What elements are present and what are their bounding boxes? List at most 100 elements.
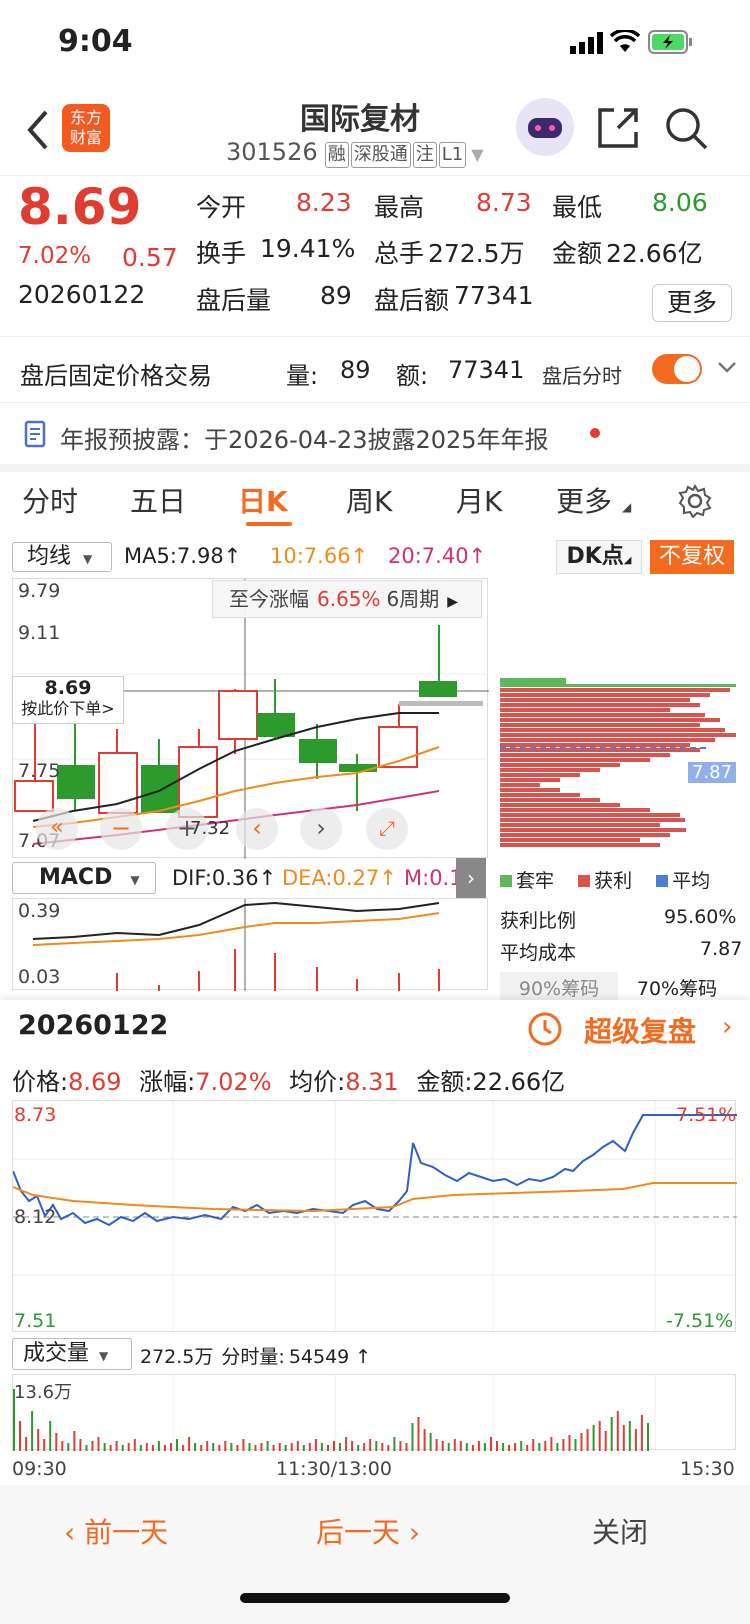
- cost-value: 7.87: [700, 938, 743, 960]
- prev-day-button[interactable]: ‹ 前一天: [64, 1511, 168, 1551]
- tag-sgt: 深股通: [350, 142, 411, 168]
- volume-bar: [628, 1421, 631, 1451]
- chip-70-tab[interactable]: 70%筹码: [618, 972, 736, 1002]
- volume-bar: [423, 1429, 426, 1451]
- macd-select[interactable]: MACD ▼: [12, 862, 156, 894]
- chevron-down-icon[interactable]: ▼: [471, 145, 483, 164]
- last-price: 8.69: [18, 178, 142, 236]
- volume-bar: [562, 1439, 565, 1451]
- candle-7: [257, 679, 295, 739]
- stock-title: 国际复材: [300, 102, 420, 137]
- back-icon[interactable]: [24, 108, 50, 156]
- volume-bar: [284, 1445, 287, 1451]
- volume-bar: [91, 1441, 94, 1451]
- macd-y-bot: 0.03: [18, 966, 61, 988]
- quote-date: 20260122: [18, 280, 146, 309]
- open-value: 8.23: [296, 188, 352, 217]
- status-bar: 9:04: [0, 0, 750, 88]
- more-button[interactable]: 更多: [652, 284, 732, 322]
- volume-bar: [496, 1441, 498, 1451]
- replay-link[interactable]: 超级复盘: [584, 1010, 696, 1050]
- candle-8: [299, 724, 337, 779]
- prev-candle-icon[interactable]: ‹: [236, 808, 278, 850]
- volume-bar: [55, 1433, 58, 1451]
- volume-bar: [520, 1441, 523, 1451]
- volume-bar: [97, 1437, 100, 1451]
- after-hours-label: 盘后分时: [542, 364, 622, 388]
- chip-90-tab[interactable]: 90%筹码: [500, 972, 618, 1002]
- next-candle-icon[interactable]: ›: [300, 808, 342, 850]
- volume-bar: [109, 1445, 112, 1451]
- volume-bar: [127, 1443, 130, 1451]
- tab-fenshi[interactable]: 分时: [22, 480, 78, 520]
- after-hours-toggle[interactable]: [652, 354, 702, 384]
- volume-bar: [453, 1439, 456, 1451]
- turnover-label: 换手: [196, 239, 247, 268]
- volume-bar: [471, 1445, 474, 1451]
- volume-bar: [399, 1441, 402, 1451]
- tab-wuri[interactable]: 五日: [130, 480, 186, 520]
- volume-bar: [200, 1445, 203, 1451]
- volume-bar: [363, 1443, 366, 1451]
- close-button[interactable]: 关闭: [592, 1511, 648, 1551]
- volume-bar: [351, 1441, 354, 1451]
- fuquan-button[interactable]: 不复权: [650, 540, 734, 574]
- volume-bar: [61, 1441, 64, 1451]
- volume-bar: [647, 1423, 649, 1451]
- volume-bar: [345, 1437, 348, 1451]
- ma-select[interactable]: 均线 ▼: [12, 542, 112, 572]
- volume-bar: [73, 1431, 76, 1451]
- turnover-value: 19.41%: [260, 234, 356, 263]
- volume-bar: [526, 1445, 529, 1451]
- share-icon[interactable]: [596, 106, 640, 154]
- volume-bar: [133, 1439, 136, 1451]
- volume-bar: [586, 1429, 589, 1451]
- tab-more[interactable]: 更多: [556, 480, 612, 520]
- high-label: 最高: [374, 193, 425, 222]
- volume-bar: [79, 1439, 82, 1451]
- volume-bar: [25, 1437, 28, 1451]
- intraday-y-top: 8.73: [14, 1104, 57, 1126]
- volume-select[interactable]: 成交量 ▼: [12, 1338, 132, 1370]
- volume-bar: [387, 1445, 390, 1451]
- search-icon[interactable]: [664, 106, 708, 154]
- tab-yuek[interactable]: 月K: [456, 480, 502, 520]
- battery-icon: [648, 30, 694, 58]
- intraday-chart[interactable]: [12, 1100, 737, 1333]
- expand-panel-icon[interactable]: ›: [456, 858, 486, 898]
- gear-icon[interactable]: [678, 483, 712, 522]
- tab-rik[interactable]: 日K: [238, 480, 288, 520]
- notice-dot: [590, 428, 600, 438]
- tab-zhouk[interactable]: 周K: [346, 480, 392, 520]
- volume-bar: [188, 1437, 191, 1451]
- replay-clock-icon[interactable]: [526, 1010, 564, 1052]
- volume-bar: [483, 1443, 486, 1451]
- volume-chart: [12, 1374, 736, 1451]
- signal-icon: [570, 32, 604, 58]
- volume-bar: [194, 1443, 197, 1451]
- bottom-bar: ‹ 前一天 后一天 › 关闭: [0, 1485, 750, 1624]
- scroll-left-icon[interactable]: «: [36, 808, 78, 850]
- range-tip[interactable]: 至今涨幅 6.65% 6周期 ▶: [212, 580, 482, 618]
- volume-bar: [538, 1443, 541, 1451]
- dk-point-button[interactable]: DK点◢: [556, 540, 642, 574]
- robot-avatar-icon[interactable]: [516, 98, 574, 156]
- change-value: 0.57: [122, 243, 178, 272]
- volume-bar: [435, 1439, 438, 1451]
- order-at-price[interactable]: 8.69 按此价下单>: [12, 676, 124, 724]
- zoom-out-icon[interactable]: −: [100, 808, 142, 850]
- volume-bar: [103, 1443, 106, 1451]
- volume-bar: [302, 1445, 305, 1451]
- volume-bar: [357, 1445, 360, 1451]
- chip-distribution[interactable]: [498, 578, 736, 858]
- volume-bar: [272, 1445, 275, 1451]
- volume-bar: [508, 1445, 511, 1451]
- volume-bar: [290, 1443, 293, 1451]
- notice-text: 年报预披露：于2026-04-23披露2025年年报: [60, 426, 549, 454]
- fullscreen-icon[interactable]: ⤢: [366, 808, 408, 850]
- volume-bar: [327, 1445, 329, 1451]
- next-day-button[interactable]: 后一天 ›: [316, 1511, 420, 1551]
- volume-bar: [254, 1445, 257, 1451]
- chevron-down-icon[interactable]: [716, 356, 738, 382]
- fixed-amt-label: 额:: [396, 362, 429, 390]
